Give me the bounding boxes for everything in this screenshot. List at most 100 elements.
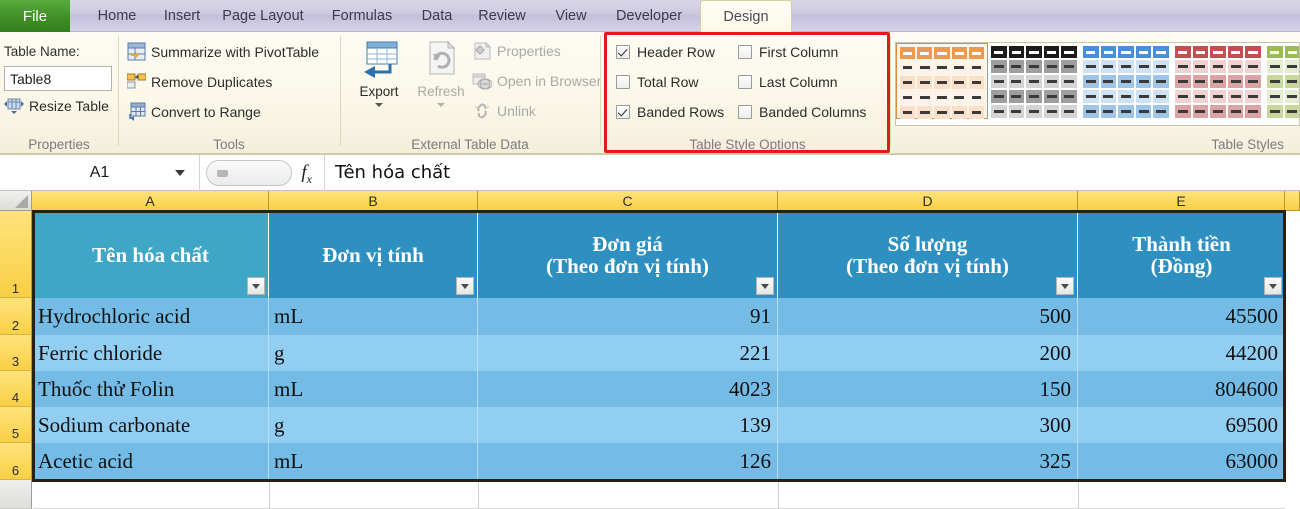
tab-design[interactable]: Design (700, 0, 792, 32)
export-dropdown-arrow[interactable] (375, 103, 383, 107)
banded-rows-checkbox-icon[interactable] (616, 105, 630, 119)
checkbox-last-column[interactable]: Last Column (738, 74, 838, 90)
row-header-7[interactable] (0, 480, 32, 509)
column-header-b[interactable]: B (269, 191, 478, 211)
table-header-a1-line1: Tên hóa chất (92, 242, 209, 267)
last-column-checkbox-icon[interactable] (738, 75, 752, 89)
insert-function-icon[interactable]: fx (301, 162, 312, 187)
total-row-checkbox-icon[interactable] (616, 75, 630, 89)
table-style-swatch[interactable] (988, 43, 1080, 119)
filter-dropdown-a1[interactable] (247, 277, 265, 295)
header-row-checkbox-icon[interactable] (616, 45, 630, 59)
cell-b4[interactable]: mL (269, 371, 478, 407)
column-header-d[interactable]: D (778, 191, 1078, 211)
convert-to-range-button[interactable]: Convert to Range (127, 102, 261, 121)
cell-d5[interactable]: 300 (778, 407, 1078, 443)
column-header-e[interactable]: E (1078, 191, 1285, 211)
table-style-swatch[interactable] (896, 43, 988, 119)
unlink-button[interactable]: Unlink (472, 102, 536, 120)
export-button[interactable]: Export (351, 36, 407, 132)
cell-a6[interactable]: Acetic acid (33, 443, 269, 480)
table-style-swatch[interactable] (1080, 43, 1172, 119)
row-header-3[interactable]: 3 (0, 335, 32, 371)
refresh-button[interactable]: Refresh (413, 36, 469, 132)
cell-e3[interactable]: 44200 (1078, 335, 1285, 371)
cell-b5[interactable]: g (269, 407, 478, 443)
checkbox-banded-columns[interactable]: Banded Columns (738, 104, 866, 120)
tab-page-layout[interactable]: Page Layout (213, 0, 313, 32)
table-style-swatch[interactable] (1172, 43, 1264, 119)
select-all-button[interactable] (0, 191, 32, 211)
tab-data[interactable]: Data (412, 0, 462, 32)
cell-e6[interactable]: 63000 (1078, 443, 1285, 480)
cell-c2[interactable]: 91 (478, 298, 778, 335)
row-header-4[interactable]: 4 (0, 371, 32, 407)
empty-cell-b7[interactable] (270, 482, 478, 509)
cell-e2[interactable]: 45500 (1078, 298, 1285, 335)
remove-duplicates-button[interactable]: Remove Duplicates (126, 72, 272, 91)
row-header-2[interactable]: 2 (0, 298, 32, 335)
table-name-input[interactable]: Table8 (4, 66, 112, 91)
tools-group-label: Tools (213, 137, 245, 152)
filter-dropdown-c1[interactable] (756, 277, 774, 295)
cell-c5[interactable]: 139 (478, 407, 778, 443)
table-header-cell-a1[interactable]: Tên hóa chất (33, 212, 269, 298)
resize-table-button[interactable]: Resize Table (4, 98, 109, 114)
table-header-cell-b1[interactable]: Đơn vị tính (269, 212, 478, 298)
properties-button[interactable]: Properties (472, 41, 561, 60)
column-header-c[interactable]: C (478, 191, 778, 211)
empty-cell-c7[interactable] (479, 482, 778, 509)
tab-home[interactable]: Home (85, 0, 149, 32)
filter-dropdown-e1[interactable] (1264, 277, 1282, 295)
cell-a4[interactable]: Thuốc thử Folin (33, 371, 269, 407)
cell-b3[interactable]: g (269, 335, 478, 371)
row-header-6[interactable]: 6 (0, 443, 32, 480)
cell-c4[interactable]: 4023 (478, 371, 778, 407)
chevron-down-icon[interactable] (175, 169, 185, 176)
checkbox-banded-rows[interactable]: Banded Rows (616, 104, 724, 120)
cell-b6[interactable]: mL (269, 443, 478, 480)
row-header-1[interactable]: 1 (0, 211, 32, 298)
cell-c6[interactable]: 126 (478, 443, 778, 480)
formula-buttons-pill[interactable] (206, 159, 292, 186)
cell-d3[interactable]: 200 (778, 335, 1078, 371)
cell-d2[interactable]: 500 (778, 298, 1078, 335)
filter-dropdown-b1[interactable] (456, 277, 474, 295)
name-box[interactable]: A1 (0, 154, 200, 191)
table-styles-gallery[interactable] (895, 42, 1300, 126)
empty-cell-a7[interactable] (33, 482, 269, 509)
filter-dropdown-d1[interactable] (1056, 277, 1074, 295)
checkbox-total-row[interactable]: Total Row (616, 74, 698, 90)
cell-a5[interactable]: Sodium carbonate (33, 407, 269, 443)
summarize-with-pivottable-button[interactable]: Summarize with PivotTable (127, 42, 319, 61)
tab-developer[interactable]: Developer (604, 0, 694, 32)
table-header-cell-e1[interactable]: Thành tiền (Đồng) (1078, 212, 1285, 298)
table-header-cell-c1[interactable]: Đơn giá (Theo đơn vị tính) (478, 212, 778, 298)
tab-review[interactable]: Review (468, 0, 536, 32)
open-in-browser-button[interactable]: Open in Browser (472, 72, 601, 90)
formula-input[interactable]: Tên hóa chất (325, 155, 1300, 191)
cell-e4[interactable]: 804600 (1078, 371, 1285, 407)
cell-d6[interactable]: 325 (778, 443, 1078, 480)
banded-columns-checkbox-icon[interactable] (738, 105, 752, 119)
table-style-swatch[interactable] (1264, 43, 1299, 119)
checkbox-header-row[interactable]: Header Row (616, 44, 715, 60)
table-header-cell-d1[interactable]: Số lượng (Theo đơn vị tính) (778, 212, 1078, 298)
cell-e5[interactable]: 69500 (1078, 407, 1285, 443)
tab-insert[interactable]: Insert (155, 0, 209, 32)
tab-formulas[interactable]: Formulas (320, 0, 404, 32)
refresh-dropdown-arrow[interactable] (437, 103, 445, 107)
empty-cell-e7[interactable] (1079, 482, 1285, 509)
cell-d4[interactable]: 150 (778, 371, 1078, 407)
empty-cell-d7[interactable] (779, 482, 1078, 509)
row-header-5[interactable]: 5 (0, 407, 32, 443)
cell-c3[interactable]: 221 (478, 335, 778, 371)
first-column-checkbox-icon[interactable] (738, 45, 752, 59)
cell-a3[interactable]: Ferric chloride (33, 335, 269, 371)
cell-b2[interactable]: mL (269, 298, 478, 335)
tab-view[interactable]: View (544, 0, 598, 32)
cell-a2[interactable]: Hydrochloric acid (33, 298, 269, 335)
checkbox-first-column[interactable]: First Column (738, 44, 838, 60)
tab-file[interactable]: File (0, 0, 70, 32)
column-header-a[interactable]: A (32, 191, 269, 211)
